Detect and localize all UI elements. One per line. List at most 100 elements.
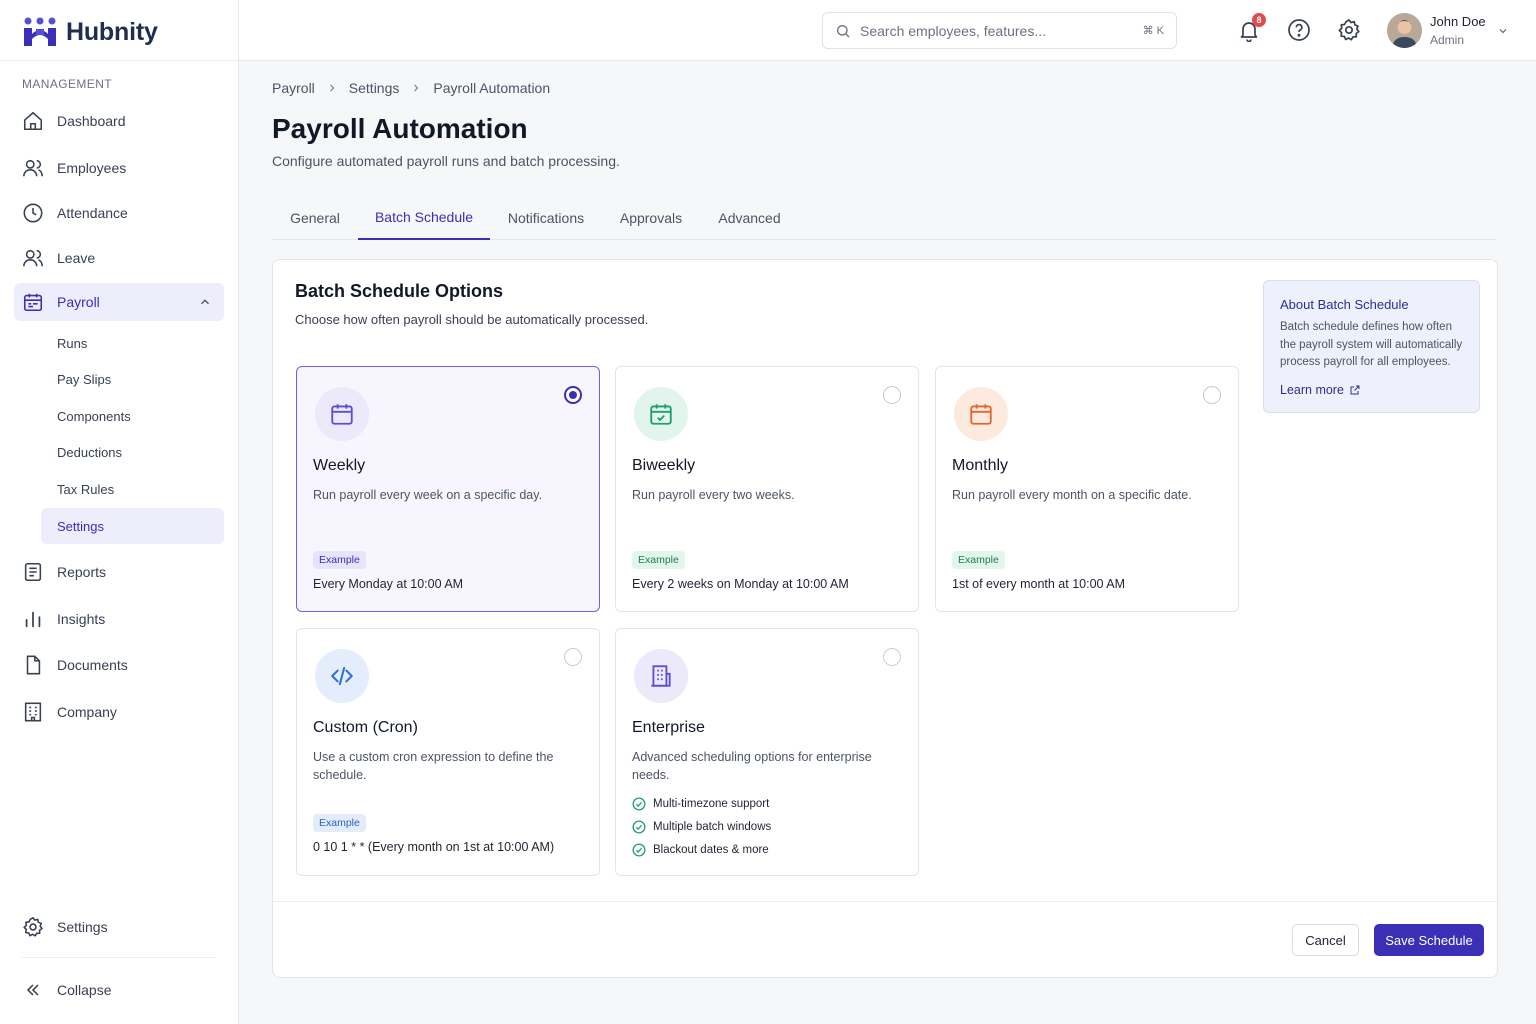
breadcrumb-settings[interactable]: Settings bbox=[349, 80, 400, 96]
batch-schedule-panel: Batch Schedule Options Choose how often … bbox=[272, 259, 1498, 978]
sidebar-subitem-runs[interactable]: Runs bbox=[41, 325, 224, 361]
sidebar-item-reports[interactable]: Reports bbox=[14, 553, 224, 591]
sidebar-item-label: Reports bbox=[57, 564, 107, 580]
sidebar-item-documents[interactable]: Documents bbox=[14, 646, 224, 684]
chevron-right-icon bbox=[410, 82, 422, 94]
app-name: Hubnity bbox=[66, 17, 158, 46]
sidebar-subitem-pay-slips[interactable]: Pay Slips bbox=[41, 361, 224, 397]
sidebar-item-insights[interactable]: Insights bbox=[14, 600, 224, 638]
option-description: Run payroll every two weeks. bbox=[632, 488, 795, 502]
breadcrumb: Payroll Settings Payroll Automation bbox=[272, 80, 550, 96]
breadcrumb-payroll[interactable]: Payroll bbox=[272, 80, 315, 96]
calendar-icon bbox=[315, 387, 369, 441]
sidebar-item-label: Leave bbox=[57, 250, 96, 266]
sidebar-item-settings[interactable]: Settings bbox=[14, 908, 224, 946]
user-role: Admin bbox=[1430, 33, 1465, 47]
tab-approvals[interactable]: Approvals bbox=[607, 196, 695, 240]
external-link-icon bbox=[1349, 384, 1361, 396]
option-card-weekly[interactable]: Weekly Run payroll every week on a speci… bbox=[296, 366, 600, 612]
search-icon bbox=[835, 23, 851, 39]
option-card-enterprise[interactable]: Enterprise Advanced scheduling options f… bbox=[615, 628, 919, 876]
learn-more-link[interactable]: Learn more bbox=[1280, 383, 1361, 397]
sidebar-collapse-button[interactable]: Collapse bbox=[14, 971, 224, 1009]
sidebar-subitem-deductions[interactable]: Deductions bbox=[41, 434, 224, 470]
check-circle-icon bbox=[632, 843, 646, 857]
users-icon bbox=[22, 157, 44, 179]
calendar-check-icon bbox=[634, 387, 688, 441]
example-tag: Example bbox=[313, 814, 366, 832]
report-icon bbox=[22, 561, 44, 583]
sidebar-subitem-components[interactable]: Components bbox=[41, 398, 224, 434]
feature-label: Multiple batch windows bbox=[653, 821, 772, 833]
sidebar-item-label: Settings bbox=[57, 919, 108, 935]
option-title: Weekly bbox=[313, 457, 366, 474]
option-description: Run payroll every week on a specific day… bbox=[313, 488, 543, 502]
building-icon bbox=[634, 649, 688, 703]
panel-footer-divider bbox=[273, 901, 1497, 902]
option-example: Every 2 weeks on Monday at 10:00 AM bbox=[632, 577, 849, 591]
sidebar-item-label: Collapse bbox=[57, 982, 112, 998]
gear-icon[interactable] bbox=[1337, 18, 1361, 42]
sidebar-subitem-settings[interactable]: Settings bbox=[41, 508, 224, 544]
tab-batch-schedule[interactable]: Batch Schedule bbox=[358, 196, 490, 240]
radio-custom-cron[interactable] bbox=[564, 648, 582, 666]
home-icon bbox=[22, 110, 44, 132]
sidebar-item-dashboard[interactable]: Dashboard bbox=[14, 102, 224, 140]
calendar-icon bbox=[22, 291, 44, 313]
gear-icon bbox=[22, 916, 44, 938]
page-title: Payroll Automation bbox=[272, 113, 528, 144]
radio-biweekly[interactable] bbox=[883, 386, 901, 404]
chevron-right-icon bbox=[326, 82, 338, 94]
sidebar-item-payroll[interactable]: Payroll bbox=[14, 283, 224, 321]
option-example: 1st of every month at 10:00 AM bbox=[952, 577, 1126, 591]
option-card-custom-cron[interactable]: Custom (Cron) Use a custom cron expressi… bbox=[296, 628, 600, 876]
avatar[interactable] bbox=[1387, 13, 1422, 48]
search-input[interactable] bbox=[860, 22, 1120, 39]
check-circle-icon bbox=[632, 820, 646, 834]
learn-more-label: Learn more bbox=[1280, 383, 1344, 397]
logo[interactable]: Hubnity bbox=[22, 16, 158, 48]
sidebar-item-company[interactable]: Company bbox=[14, 693, 224, 731]
radio-enterprise[interactable] bbox=[883, 648, 901, 666]
option-card-biweekly[interactable]: Biweekly Run payroll every two weeks. Ex… bbox=[615, 366, 919, 612]
radio-weekly[interactable] bbox=[564, 386, 582, 404]
sidebar-item-employees[interactable]: Employees bbox=[14, 149, 224, 187]
code-icon bbox=[315, 649, 369, 703]
about-batch-schedule: About Batch Schedule Batch schedule defi… bbox=[1263, 280, 1480, 413]
sidebar-subitem-tax-rules[interactable]: Tax Rules bbox=[41, 471, 224, 507]
about-title: About Batch Schedule bbox=[1280, 297, 1409, 312]
sidebar-item-label: Documents bbox=[57, 657, 128, 673]
tab-general[interactable]: General bbox=[272, 196, 358, 240]
save-schedule-button[interactable]: Save Schedule bbox=[1374, 924, 1484, 956]
option-card-monthly[interactable]: Monthly Run payroll every month on a spe… bbox=[935, 366, 1239, 612]
tab-notifications[interactable]: Notifications bbox=[496, 196, 596, 240]
sidebar-item-attendance[interactable]: Attendance bbox=[14, 194, 224, 232]
sidebar-divider bbox=[0, 60, 239, 61]
calendar-icon bbox=[954, 387, 1008, 441]
radio-monthly[interactable] bbox=[1203, 386, 1221, 404]
search-shortcut: ⌘ K bbox=[1142, 25, 1164, 37]
search-box[interactable]: ⌘ K bbox=[822, 12, 1177, 49]
feature-label: Multi-timezone support bbox=[653, 798, 770, 810]
building-icon bbox=[22, 701, 44, 723]
tab-advanced[interactable]: Advanced bbox=[705, 196, 794, 240]
option-description: Advanced scheduling options for enterpri… bbox=[632, 750, 872, 782]
help-icon[interactable] bbox=[1287, 18, 1311, 42]
chevron-down-icon[interactable] bbox=[1497, 25, 1509, 37]
option-example: Every Monday at 10:00 AM bbox=[313, 577, 464, 591]
cancel-button[interactable]: Cancel bbox=[1292, 924, 1359, 956]
chevron-up-icon[interactable] bbox=[198, 295, 212, 309]
feature-item: Multi-timezone support bbox=[632, 797, 769, 811]
sidebar-item-leave[interactable]: Leave bbox=[14, 239, 224, 277]
panel-title: Batch Schedule Options bbox=[295, 281, 504, 301]
section-label: MANAGEMENT bbox=[22, 77, 113, 91]
clock-icon bbox=[22, 202, 44, 224]
tab-bar: General Batch Schedule Notifications App… bbox=[272, 196, 1497, 240]
panel-subtitle: Choose how often payroll should be autom… bbox=[295, 312, 649, 327]
option-example: 0 10 1 * * (Every month on 1st at 10:00 … bbox=[313, 840, 555, 854]
sidebar-item-label: Company bbox=[57, 704, 117, 720]
user-name[interactable]: John Doe bbox=[1430, 14, 1486, 29]
sidebar-item-label: Insights bbox=[57, 611, 106, 627]
document-icon bbox=[22, 654, 44, 676]
option-title: Biweekly bbox=[632, 457, 696, 474]
